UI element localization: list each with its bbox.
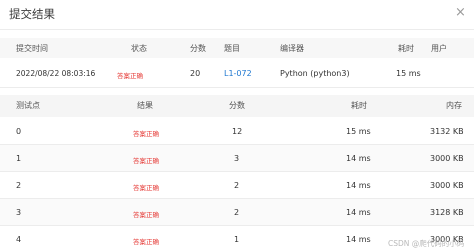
dialog-header: 提交结果 × <box>0 0 474 30</box>
submission-time: 2022/08/22 08:03:16 <box>16 69 96 78</box>
close-icon[interactable]: × <box>455 6 466 20</box>
testpoint-index: 1 <box>16 154 22 163</box>
header-time: 提交时间 <box>16 44 48 53</box>
header-result: 结果 <box>137 101 153 110</box>
submission-header-row: 提交时间 状态 分数 题目 编译器 耗时 用户 <box>0 38 474 58</box>
testpoint-score: 2 <box>234 181 240 190</box>
testpoint-index: 0 <box>16 127 22 136</box>
testpoint-memory: 3000 KB <box>430 154 464 163</box>
testpoint-result: 答案正确 <box>133 184 159 192</box>
testpoints-header-row: 测试点 结果 分数 耗时 内存 <box>0 95 474 117</box>
testpoint-row: 2 答案正确 2 14 ms 3000 KB <box>0 172 474 199</box>
submission-status: 答案正确 <box>117 72 143 80</box>
testpoint-row: 0 答案正确 12 15 ms 3132 KB <box>0 118 474 145</box>
testpoint-runtime: 15 ms <box>346 127 371 136</box>
submission-score: 20 <box>190 69 201 78</box>
testpoint-result: 答案正确 <box>133 130 159 138</box>
header-testpoint: 测试点 <box>16 101 40 110</box>
testpoint-index: 2 <box>16 181 22 190</box>
testpoint-memory: 3000 KB <box>430 181 464 190</box>
testpoint-row: 3 答案正确 2 14 ms 3128 KB <box>0 199 474 226</box>
dialog-title: 提交结果 <box>9 7 55 21</box>
testpoint-score: 1 <box>234 235 240 244</box>
testpoint-score: 3 <box>234 154 240 163</box>
header-tp-score: 分数 <box>229 101 245 110</box>
testpoint-row: 1 答案正确 3 14 ms 3000 KB <box>0 145 474 172</box>
testpoint-result: 答案正确 <box>133 157 159 165</box>
header-user: 用户 <box>431 44 447 53</box>
testpoint-result: 答案正确 <box>133 238 159 246</box>
testpoint-memory: 3132 KB <box>430 127 464 136</box>
testpoint-runtime: 14 ms <box>346 235 371 244</box>
testpoint-runtime: 14 ms <box>346 154 371 163</box>
submission-runtime: 15 ms <box>396 69 421 78</box>
watermark: CSDN @爬代码的小码 <box>388 239 465 248</box>
testpoint-index: 3 <box>16 208 22 217</box>
testpoint-runtime: 14 ms <box>346 181 371 190</box>
testpoint-memory: 3128 KB <box>430 208 464 217</box>
testpoint-score: 12 <box>232 127 243 136</box>
header-memory: 内存 <box>446 101 462 110</box>
submission-compiler: Python (python3) <box>280 69 350 78</box>
testpoint-score: 2 <box>234 208 240 217</box>
testpoint-result: 答案正确 <box>133 211 159 219</box>
testpoint-index: 4 <box>16 235 22 244</box>
header-compiler: 编译器 <box>280 44 304 53</box>
header-runtime: 耗时 <box>398 44 414 53</box>
submission-row: 2022/08/22 08:03:16 答案正确 20 L1-072 Pytho… <box>0 60 474 88</box>
testpoint-runtime: 14 ms <box>346 208 371 217</box>
header-tp-runtime: 耗时 <box>351 101 367 110</box>
header-score: 分数 <box>190 44 206 53</box>
problem-link[interactable]: L1-072 <box>224 69 252 78</box>
header-problem: 题目 <box>224 44 240 53</box>
header-status: 状态 <box>131 44 147 53</box>
